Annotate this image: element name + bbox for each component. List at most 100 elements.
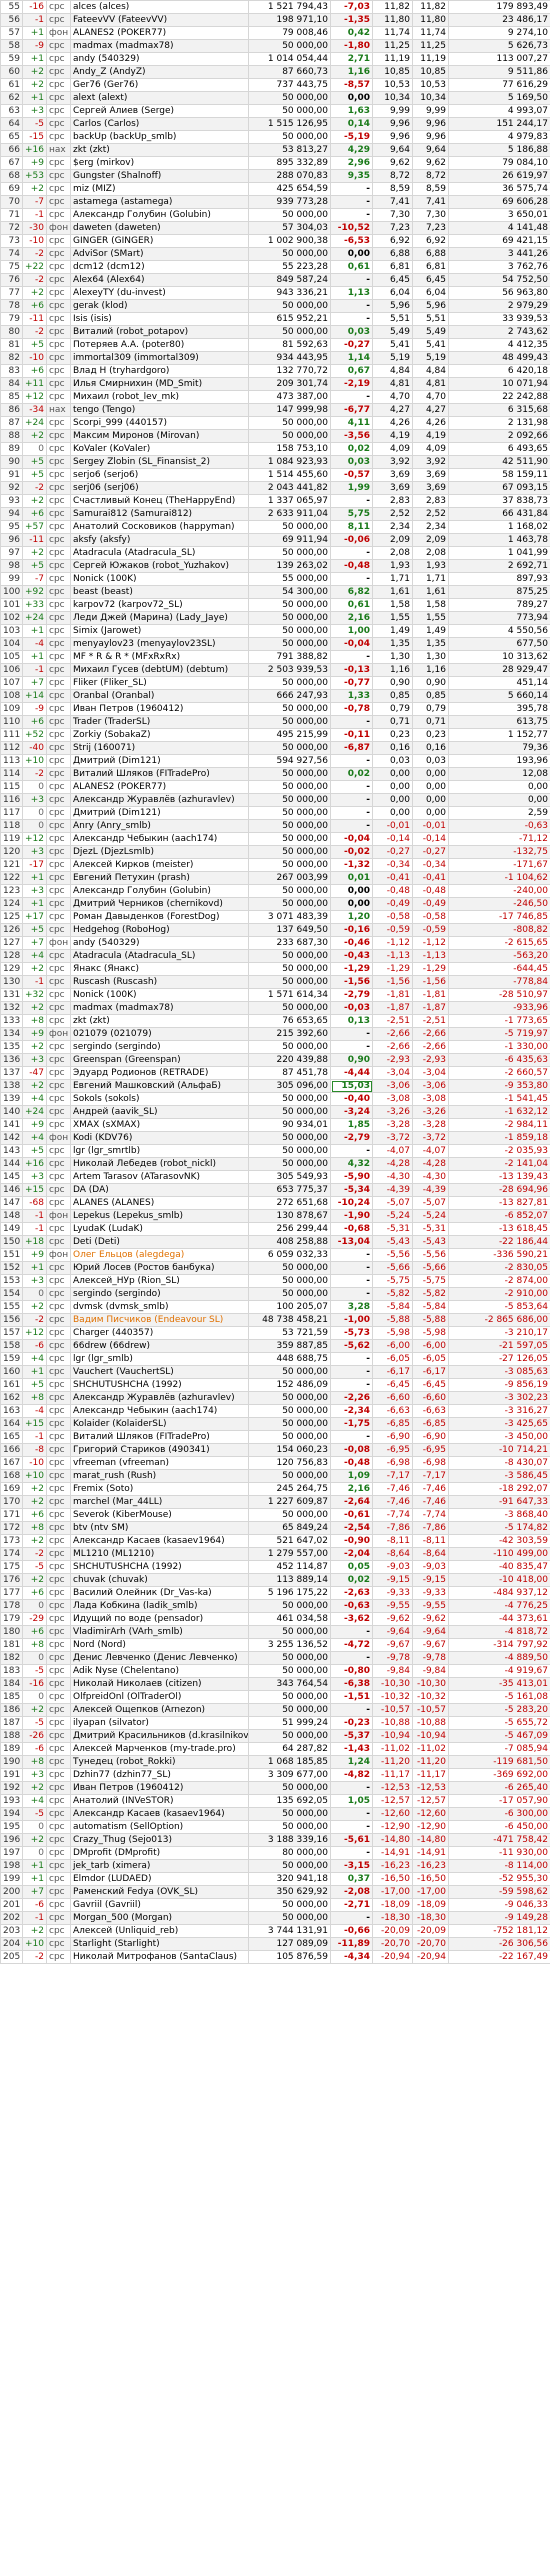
- table-row[interactable]: 170 +2 срс marchel (Mar_44LL) 1 227 609,87 -2…: [0, 1495, 550, 1509]
- table-row[interactable]: 157 +12 срс Charger (440357) 53 721,59 -5,73-…: [0, 1326, 550, 1340]
- table-row[interactable]: 105 +1 срс MF * R & R * (MFxRxRx) 791 388,82…: [0, 650, 550, 664]
- table-row[interactable]: 104 -4 срс menyaylov23 (menyaylov23SL) 50 00…: [0, 637, 550, 651]
- table-row[interactable]: 193 +4 срс Анатолий (INVeSTOR) 135 692,05 1,0…: [0, 1794, 550, 1808]
- table-row[interactable]: 163 -4 срс Александр Чебыкин (aach174) 50 00…: [0, 1404, 550, 1418]
- table-row[interactable]: 190 +8 срс Тунедец (robot_Rokki) 1 068 185,8…: [0, 1755, 550, 1769]
- table-row[interactable]: 81 +5 срс Потеряев А.А. (poter80) 81 592,63-…: [0, 338, 550, 352]
- table-row[interactable]: 168 +10 срс marat_rush (Rush) 50 000,00 1,09-…: [0, 1469, 550, 1483]
- table-row[interactable]: 60 +2 срс Andy_Z (AndyZ) 87 660,73 1,16 10,85 1…: [0, 65, 550, 79]
- table-row[interactable]: 58 -9 срс madmax (madmax78) 50 000,00 -1,80 11…: [0, 39, 550, 53]
- table-row[interactable]: 179 -29 срс Идущий по воде (pensador) 461 03…: [0, 1612, 550, 1626]
- table-row[interactable]: 144 +16 срс Николай Лебедев (robot_nickl) 50…: [0, 1157, 550, 1171]
- table-row[interactable]: 135 +2 срс sergindo (sergindo) 50 000,00- -2,…: [0, 1040, 550, 1054]
- table-row[interactable]: 185 0 срс OlfpreidOnl (OlTraderOl) 50 000,00…: [0, 1690, 550, 1704]
- table-row[interactable]: 198 +1 срс jek_tarb (ximera) 50 000,00 -3,15-…: [0, 1859, 550, 1873]
- table-row[interactable]: 187 -5 срс ilyapan (silvator) 51 999,24 -0,23…: [0, 1716, 550, 1730]
- table-row[interactable]: 120 +3 срс DjezL (DjezLsmlb) 50 000,00 -0,02-…: [0, 845, 550, 859]
- table-row[interactable]: 204 +10 срс Starlight (Starlight) 127 089,09…: [0, 1937, 550, 1951]
- table-row[interactable]: 146 +15 срс DA (DA) 653 775,37 -5,34 -4,39 -4,3…: [0, 1183, 550, 1197]
- table-row[interactable]: 125 +17 срс Роман Давыденков (ForestDog) 3 0…: [0, 910, 550, 924]
- table-row[interactable]: 118 0 срс Anry (Anry_smlb) 50 000,00- -0,01 -0…: [0, 819, 550, 833]
- table-row[interactable]: 201 -6 срс Gavriil (Gavriil) 50 000,00 -2,71-…: [0, 1898, 550, 1912]
- table-row[interactable]: 117 0 срс Дмитрий (Dim121) 50 000,00-0,00 0,0…: [0, 806, 550, 820]
- table-row[interactable]: 141 +9 срс XMAX (sXMAX) 90 934,01 1,85 -3,28 -3…: [0, 1118, 550, 1132]
- table-row[interactable]: 195 0 срс automatism (SellOption) 50 000,00-…: [0, 1820, 550, 1834]
- table-row[interactable]: 152 +1 срс Юрий Лосев (Ростов банбука) 50 00…: [0, 1261, 550, 1275]
- table-row[interactable]: 86 -34 нах tengo (Tengo) 147 999,98 -6,77 4,27…: [0, 403, 550, 417]
- table-row[interactable]: 119 +12 срс Александр Чебыкин (aach174) 50 0…: [0, 832, 550, 846]
- table-row[interactable]: 89 0 срс KoValer (KoValer) 158 753,10 0,02 4,0…: [0, 442, 550, 456]
- table-row[interactable]: 63 +3 срс Сергей Алиев (Serge) 50 000,00 1,63…: [0, 104, 550, 118]
- table-row[interactable]: 151 +9 фон Олег Ельцов (alegdega) 6 059 032,…: [0, 1248, 550, 1262]
- table-row[interactable]: 68 +53 срс Gungster (Shalnoff) 288 070,83 9,3…: [0, 169, 550, 183]
- table-row[interactable]: 57 +1 фон ALANES2 (POKER77) 79 008,46 0,42 11,…: [0, 26, 550, 40]
- table-row[interactable]: 106 -1 срс Михаил Гусев (debtUM) (debtum) 2 …: [0, 663, 550, 677]
- table-row[interactable]: 186 +2 срс Алексей Ощепков (Arnezon) 50 000,…: [0, 1703, 550, 1717]
- table-row[interactable]: 75 +22 срс dcm12 (dcm12) 55 223,28 0,61 6,81 6,…: [0, 260, 550, 274]
- table-row[interactable]: 202 -1 срс Morgan_500 (Morgan) 50 000,00- -18…: [0, 1911, 550, 1925]
- table-row[interactable]: 194 -5 срс Александр Касаев (kasaev1964) 50 …: [0, 1807, 550, 1821]
- table-row[interactable]: 142 +4 фон Kodi (KDV76) 50 000,00 -2,79 -3,72-…: [0, 1131, 550, 1145]
- table-row[interactable]: 181 +8 срс Nord (Nord) 3 255 136,52 -4,72 -9,6…: [0, 1638, 550, 1652]
- table-row[interactable]: 88 +2 срс Максим Миронов (Mirovan) 50 000,00…: [0, 429, 550, 443]
- table-row[interactable]: 189 -6 срс Алексей Марченков (my-trade.pro)…: [0, 1742, 550, 1756]
- table-row[interactable]: 128 +4 срс Atadracula (Atadracula_SL) 50 000…: [0, 949, 550, 963]
- table-row[interactable]: 111 +52 срс Zorkiy (SobakaZ) 495 215,99 -0,11…: [0, 728, 550, 742]
- table-row[interactable]: 192 +2 срс Иван Петров (1960412) 50 000,00- -…: [0, 1781, 550, 1795]
- table-row[interactable]: 76 -2 срс Alex64 (Alex64) 849 587,24-6,45 6,4…: [0, 273, 550, 287]
- table-row[interactable]: 112 -40 срс Strij (160071) 50 000,00 -6,87 0,1…: [0, 741, 550, 755]
- table-row[interactable]: 160 +1 срс Vauchert (VauchertSL) 50 000,00- -…: [0, 1365, 550, 1379]
- table-row[interactable]: 100 +92 срс beast (beast) 54 300,00 6,82 1,61 1…: [0, 585, 550, 599]
- table-row[interactable]: 107 +7 срс Fliker (Fliker_SL) 50 000,00 -0,77…: [0, 676, 550, 690]
- table-row[interactable]: 150 +18 срс Deti (Deti) 408 258,88 -13,04 -5,4…: [0, 1235, 550, 1249]
- table-row[interactable]: 197 0 срс DMprofit (DMprofit) 80 000,00- -14,…: [0, 1846, 550, 1860]
- table-row[interactable]: 131 +32 срс Nonick (100K) 1 571 614,34 -2,79-…: [0, 988, 550, 1002]
- table-row[interactable]: 95 +57 срс Анатолий Сосковиков (happyman) 50…: [0, 520, 550, 534]
- table-row[interactable]: 70 -7 срс astamega (astamega) 939 773,28-7,4…: [0, 195, 550, 209]
- table-row[interactable]: 77 +2 срс AlexeyTY (du-invest) 943 336,21 1,1…: [0, 286, 550, 300]
- table-row[interactable]: 114 -2 срс Виталий Шляков (FITradePro) 50 00…: [0, 767, 550, 781]
- table-row[interactable]: 143 +5 срс lgr (lgr_smrtlb) 50 000,00- -4,07-…: [0, 1144, 550, 1158]
- table-row[interactable]: 183 -5 срс Adik Nyse (Chelentano) 50 000,00-…: [0, 1664, 550, 1678]
- table-row[interactable]: 172 +8 срс btv (ntv SM) 65 849,24 -2,54 -7,86-…: [0, 1521, 550, 1535]
- table-row[interactable]: 65 -15 срс backUp (backUp_smlb) 50 000,00 -5,…: [0, 130, 550, 144]
- table-row[interactable]: 138 +2 срс Евгений Машковский (АльфаБ) 305 0…: [0, 1079, 550, 1093]
- table-row[interactable]: 92 -2 срс serj06 (serj06) 2 043 441,82 1,99 3,…: [0, 481, 550, 495]
- table-row[interactable]: 127 +7 фон andy (540329) 233 687,30 -0,46 -1,1…: [0, 936, 550, 950]
- table-row[interactable]: 200 +7 срс Раменский Fedya (OVK_SL) 350 629,…: [0, 1885, 550, 1899]
- table-row[interactable]: 85 +12 срс Михаил (robot_lev_mk) 473 387,00-…: [0, 390, 550, 404]
- table-row[interactable]: 164 +15 срс Kolaider (KolaiderSL) 50 000,00-…: [0, 1417, 550, 1431]
- table-row[interactable]: 177 +6 срс Василий Олейник (Dr_Vas-ka) 5 196…: [0, 1586, 550, 1600]
- table-row[interactable]: 80 -2 срс Виталий (robot_potapov) 50 000,00 0…: [0, 325, 550, 339]
- table-row[interactable]: 167 -10 срс vfreeman (vfreeman) 120 756,83 -0…: [0, 1456, 550, 1470]
- table-row[interactable]: 71 -1 срс Александр Голубин (Golubin) 50 000…: [0, 208, 550, 222]
- table-row[interactable]: 140 +24 срс Андрей (aavik_SL) 50 000,00 -3,24…: [0, 1105, 550, 1119]
- table-row[interactable]: 124 +1 срс Дмитрий Черников (chernikovd) 50 …: [0, 897, 550, 911]
- table-row[interactable]: 56 -1 срс FateevVV (FateevVV) 198 971,10 -1,3…: [0, 13, 550, 27]
- table-row[interactable]: 66 +16 нах zkt (zkt) 53 813,27 4,29 9,64 9,64 5 …: [0, 143, 550, 157]
- table-row[interactable]: 123 +3 срс Александр Голубин (Golubin) 50 00…: [0, 884, 550, 898]
- table-row[interactable]: 101 +33 срс karpov72 (karpov72_SL) 50 000,00…: [0, 598, 550, 612]
- table-row[interactable]: 102 +24 срс Леди Джей (Марина) (Lady_Jaye) 5…: [0, 611, 550, 625]
- table-row[interactable]: 176 +2 срс chuvak (chuvak) 113 889,14 0,02 -9,…: [0, 1573, 550, 1587]
- table-row[interactable]: 94 +6 срс Samurai812 (Samurai812) 2 633 911,…: [0, 507, 550, 521]
- table-row[interactable]: 122 +1 срс Евгений Петухин (prash) 267 003,9…: [0, 871, 550, 885]
- table-row[interactable]: 155 +2 срс dvmsk (dvmsk_smlb) 100 205,07 3,28…: [0, 1300, 550, 1314]
- table-row[interactable]: 61 +2 срс Ger76 (Ger76) 737 443,75 -8,57 10,53…: [0, 78, 550, 92]
- table-row[interactable]: 59 +1 срс andy (540329) 1 014 054,44 2,71 11,1…: [0, 52, 550, 66]
- table-row[interactable]: 109 -9 срс Иван Петров (1960412) 50 000,00 -0…: [0, 702, 550, 716]
- table-row[interactable]: 90 +5 срс Sergey Zlobin (SL_Finansist_2) 1 0…: [0, 455, 550, 469]
- table-row[interactable]: 84 +11 срс Илья Смирнихин (MD_Smit) 209 301,…: [0, 377, 550, 391]
- table-row[interactable]: 158 -6 срс 66drew (66drew) 359 887,85 -5,62 -6…: [0, 1339, 550, 1353]
- table-row[interactable]: 147 -68 срс ALANES (ALANES) 272 651,68 -10,24…: [0, 1196, 550, 1210]
- table-row[interactable]: 87 +24 срс Scorpi_999 (440157) 50 000,00 4,11…: [0, 416, 550, 430]
- table-row[interactable]: 165 -1 срс Виталий Шляков (FITradePro) 50 00…: [0, 1430, 550, 1444]
- table-row[interactable]: 137 -47 срс Эдуард Родионов (RETRADE) 87 451…: [0, 1066, 550, 1080]
- table-row[interactable]: 108 +14 срс Oranbal (Oranbal) 666 247,93 1,33…: [0, 689, 550, 703]
- table-row[interactable]: 67 +9 срс $erg (mirkov) 895 332,89 2,96 9,62 9,…: [0, 156, 550, 170]
- table-row[interactable]: 136 +3 срс Greenspan (Greenspan) 220 439,88 0…: [0, 1053, 550, 1067]
- table-row[interactable]: 98 +5 срс Сергей Южаков (robot_Yuzhakov) 139…: [0, 559, 550, 573]
- table-row[interactable]: 154 0 срс sergindo (sergindo) 50 000,00- -5,8…: [0, 1287, 550, 1301]
- table-row[interactable]: 73 -10 срс GINGER (GINGER) 1 002 900,38 -6,53…: [0, 234, 550, 248]
- table-row[interactable]: 133 +8 срс zkt (zkt) 76 653,65 0,13 -2,51 -2,51…: [0, 1014, 550, 1028]
